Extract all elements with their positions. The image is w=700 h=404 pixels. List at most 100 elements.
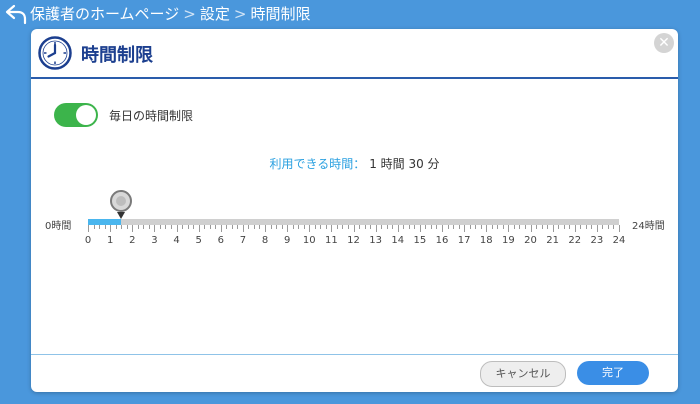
slider-tick <box>475 225 477 229</box>
slider-tick <box>364 225 366 229</box>
slider-tick <box>259 225 261 229</box>
slider-tick <box>536 225 538 229</box>
slider-tick <box>187 225 189 229</box>
time-limit-dialog: 時間制限 ✕ 毎日の時間制限 利用できる時間： 1 時間 30 分 0時間 24時… <box>31 29 678 392</box>
slider-tick <box>237 225 239 229</box>
slider-tick <box>248 225 250 229</box>
available-time-label: 利用できる時間： <box>269 157 366 171</box>
top-bar: 保護者のホームページ > 設定 > 時間制限 <box>0 0 700 28</box>
slider-tick <box>110 225 112 232</box>
slider-tick <box>292 225 294 229</box>
slider-tick <box>253 225 255 229</box>
slider-tick <box>491 225 493 229</box>
slider-tick <box>298 225 300 229</box>
slider-tick <box>381 225 383 229</box>
close-button[interactable]: ✕ <box>654 33 674 53</box>
slider-tick <box>176 225 178 232</box>
clock-icon <box>38 36 72 70</box>
slider-tick-label: 10 <box>302 235 316 246</box>
done-button[interactable]: 完了 <box>577 361 649 385</box>
slider-tick <box>170 225 172 229</box>
slider-tick <box>508 225 510 232</box>
slider-tick-label: 11 <box>325 235 338 246</box>
slider-tick <box>331 225 333 232</box>
slider-tick <box>574 225 576 232</box>
slider-tick <box>126 225 128 229</box>
slider-tick <box>513 225 515 229</box>
slider-tick <box>408 225 410 229</box>
slider-tick-label: 8 <box>261 235 269 246</box>
slider-tick-label: 6 <box>217 235 224 246</box>
slider-tick <box>464 225 466 232</box>
slider-tick <box>165 225 167 229</box>
slider-tick <box>270 225 272 229</box>
slider-tick <box>215 225 217 229</box>
slider-tick-label: 1 <box>106 235 114 246</box>
slider-tick <box>480 225 482 229</box>
slider-tick <box>569 225 571 229</box>
slider-tick-label: 23 <box>590 235 604 246</box>
close-icon: ✕ <box>658 35 670 51</box>
slider-tick <box>502 225 504 229</box>
slider-tick <box>486 225 488 232</box>
slider-tick-label: 4 <box>173 235 180 246</box>
slider-handle-pointer <box>117 212 126 219</box>
slider-ticks <box>88 225 620 233</box>
slider-tick <box>204 225 206 229</box>
daily-limit-toggle[interactable] <box>54 103 98 127</box>
slider-tick <box>370 225 372 229</box>
slider-tick <box>430 225 432 229</box>
back-arrow-icon[interactable] <box>4 3 28 25</box>
slider-tick <box>209 225 211 229</box>
slider-tick <box>336 225 338 229</box>
slider-tick <box>220 225 222 232</box>
slider-tick-label: 14 <box>391 235 405 246</box>
slider-tick <box>265 225 266 232</box>
slider-tick <box>154 225 156 232</box>
slider-tick <box>530 225 532 232</box>
slider-tick-label: 19 <box>502 235 515 246</box>
slider-tick <box>99 225 101 229</box>
slider-tick <box>182 225 184 229</box>
slider-tick <box>524 225 526 229</box>
slider-tick <box>447 225 449 229</box>
slider-tick <box>276 225 278 229</box>
slider-tick-label: 21 <box>546 235 559 246</box>
slider-tick-label: 12 <box>347 235 360 246</box>
slider-tick <box>392 225 394 229</box>
slider-tick-label: 7 <box>239 235 247 246</box>
slider-tick-label: 2 <box>129 235 136 246</box>
slider-tick <box>613 225 615 229</box>
slider-tick <box>314 225 316 229</box>
slider-tick <box>602 225 604 229</box>
slider-tick <box>143 225 145 229</box>
slider-tick <box>325 225 327 229</box>
slider-tick <box>137 225 139 229</box>
slider-tick <box>359 225 361 229</box>
slider-tick <box>541 225 543 229</box>
slider-tick <box>419 225 421 232</box>
slider-tick <box>458 225 460 229</box>
slider-max-label: 24時間 <box>632 221 665 232</box>
slider-tick <box>193 225 195 229</box>
slider-tick-label: 24 <box>612 235 626 246</box>
time-slider-handle[interactable] <box>110 190 133 219</box>
slider-tick <box>442 225 443 232</box>
slider-tick-label: 20 <box>524 235 537 246</box>
slider-tick-label: 0 <box>84 235 92 246</box>
cancel-button[interactable]: キャンセル <box>480 361 566 387</box>
slider-tick <box>375 225 377 232</box>
breadcrumb-home[interactable]: 保護者のホームページ <box>30 5 179 23</box>
slider-tick-label: 15 <box>413 235 427 246</box>
slider-tick <box>552 225 554 232</box>
slider-tick <box>397 225 399 232</box>
slider-tick <box>403 225 405 229</box>
slider-tick <box>132 225 134 232</box>
dialog-header: 時間制限 ✕ <box>31 29 678 79</box>
slider-tick <box>414 225 416 229</box>
slider-tick-label: 16 <box>435 235 449 246</box>
slider-tick <box>226 225 228 229</box>
slider-tick <box>386 225 388 229</box>
breadcrumb-settings[interactable]: 設定 <box>200 5 230 23</box>
available-time-value: 1 時間 30 分 <box>369 157 440 171</box>
